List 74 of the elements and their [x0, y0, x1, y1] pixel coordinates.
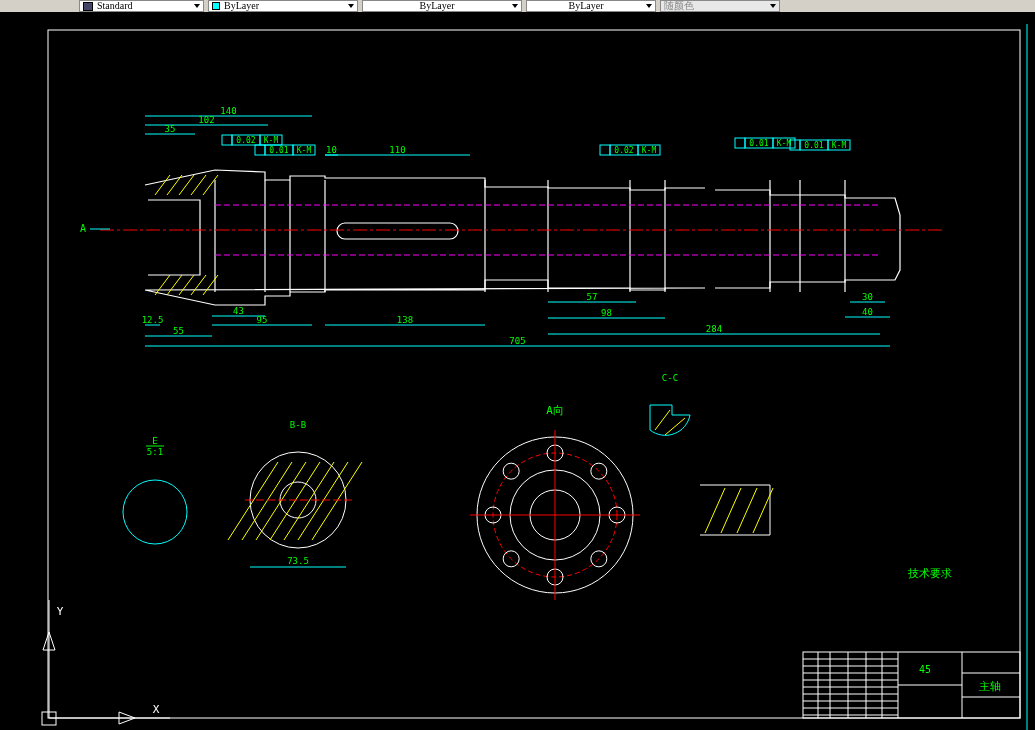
tolerance-symbol-icon [789, 139, 801, 151]
tolerance-frame [231, 134, 261, 146]
dimension-label: 705 [509, 336, 526, 346]
axis-label: X [152, 703, 160, 716]
dimension-label: 30 [862, 292, 873, 302]
tolerance-frame [609, 144, 639, 156]
dropdown-arrow-icon [646, 4, 652, 8]
tolerance-value: K-M [776, 139, 792, 148]
view-arrow-label: A [80, 223, 86, 234]
tolerance-value: K-M [641, 146, 657, 155]
dimension-line [144, 324, 161, 326]
dimension-label: 284 [705, 324, 723, 334]
tolerance-value: 0.01 [269, 146, 289, 155]
view-title: E [152, 436, 158, 446]
tolerance-frame [744, 137, 774, 149]
tolerance-frame [772, 137, 796, 149]
combo-box[interactable]: ByLayer [208, 0, 358, 12]
dimension-line [211, 315, 266, 317]
technical-requirements-heading: 技术要求 [908, 567, 952, 580]
dimension-label: 140 [220, 106, 237, 116]
tolerance-frame [827, 139, 851, 151]
dimension-line [844, 316, 891, 318]
part-name-label: 主轴 [979, 680, 1001, 693]
text-style-icon [83, 1, 93, 11]
dropdown-arrow-icon [348, 4, 354, 8]
tolerance-value: K-M [296, 146, 312, 155]
combo-box[interactable]: ByLayer [526, 0, 656, 12]
tolerance-symbol-icon [221, 134, 233, 146]
section-view-drawing [649, 404, 691, 436]
tolerance-symbol-icon [254, 144, 266, 156]
dimension-label: 43 [233, 306, 244, 316]
view-scale: 5:1 [146, 447, 164, 457]
tolerance-value: 0.02 [614, 146, 634, 155]
dimension-label: 57 [586, 292, 598, 302]
tolerance-symbol-icon [734, 137, 746, 149]
tolerance-value: 0.01 [804, 141, 824, 150]
dimension-line [144, 133, 196, 135]
ucs-icon [41, 599, 171, 726]
combo-box[interactable]: ByLayer [362, 0, 522, 12]
axis-label: Y [56, 605, 64, 618]
view-title: A向 [546, 404, 564, 417]
tolerance-value: 0.02 [236, 136, 256, 145]
dropdown-arrow-icon [512, 4, 518, 8]
dimension-line [849, 301, 886, 303]
tolerance-frame [799, 139, 829, 151]
dimension-label: 102 [198, 115, 215, 125]
material-label: 45 [919, 664, 931, 675]
tolerance-frame [292, 144, 316, 156]
title-underline [145, 445, 165, 447]
detail-view-drawing [122, 479, 188, 545]
dropdown-arrow-icon [770, 4, 776, 8]
dimension-label: 12.5 [141, 315, 164, 325]
dimension-label: 40 [862, 307, 873, 317]
tolerance-frame [637, 144, 661, 156]
tolerance-symbol-icon [599, 144, 611, 156]
view-title: C-C [661, 373, 679, 383]
dimension-label: 55 [173, 326, 184, 336]
dimension-label: 10 [326, 145, 337, 155]
tolerance-value: K-M [831, 141, 847, 150]
dimension-label: 95 [256, 315, 268, 325]
dimension-line [144, 335, 213, 337]
tolerance-value: 0.01 [749, 139, 769, 148]
dimension-label: 35 [164, 124, 176, 134]
combo-box[interactable]: Standard [79, 0, 204, 12]
dimension-label: 73.5 [287, 556, 309, 566]
tolerance-value: K-M [263, 136, 279, 145]
dimension-label: 98 [601, 308, 612, 318]
tolerance-frame [259, 134, 283, 146]
tolerance-frame [264, 144, 294, 156]
dimension-label: 138 [396, 315, 414, 325]
dimension-label: 110 [389, 145, 406, 155]
view-title: B-B [289, 420, 307, 430]
color-swatch-icon [212, 2, 220, 10]
dropdown-arrow-icon [194, 4, 200, 8]
